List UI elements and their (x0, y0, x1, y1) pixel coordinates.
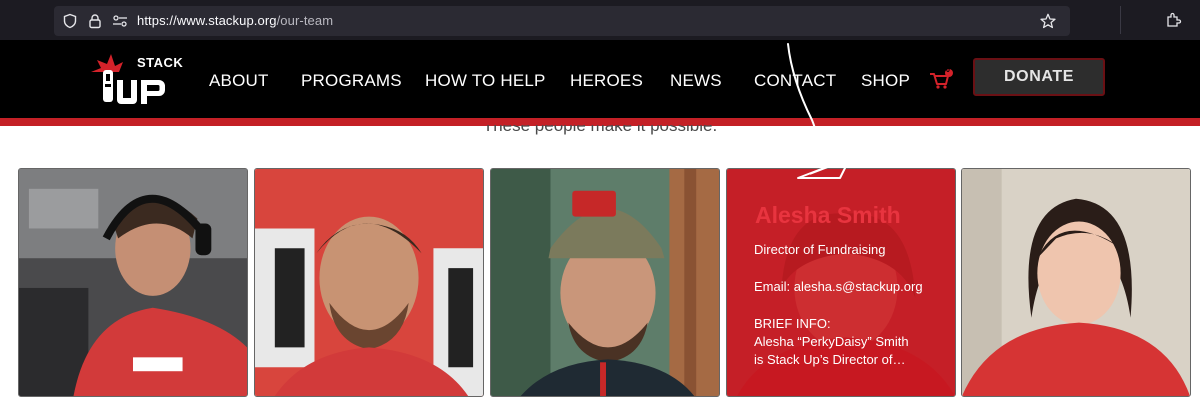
brief-info-line-2: is Stack Up’s Director of… (754, 352, 906, 367)
team-photo (491, 169, 719, 396)
url-text[interactable]: https://www.stackup.org/our-team (137, 13, 333, 28)
extensions-icon[interactable] (1166, 12, 1182, 28)
cart-count: 0 (946, 67, 950, 74)
lock-icon[interactable] (87, 13, 103, 29)
nav-shop[interactable]: SHOP (861, 71, 910, 91)
address-bar[interactable]: https://www.stackup.org/our-team (54, 6, 1070, 36)
team-card[interactable] (254, 168, 484, 397)
url-host: https://www.stackup.org (137, 13, 277, 28)
permissions-icon[interactable] (112, 13, 128, 29)
donate-button[interactable]: DONATE (973, 58, 1105, 96)
browser-toolbar: https://www.stackup.org/our-team (0, 0, 1200, 40)
stackup-logo[interactable]: STACK (87, 50, 183, 110)
nav-contact[interactable]: CONTACT (754, 71, 836, 91)
nav-news[interactable]: NEWS (670, 71, 722, 91)
header-accent-bar (0, 118, 1200, 126)
team-photo (255, 169, 483, 396)
team-card-featured[interactable]: Alesha Smith Director of Fundraising Ema… (726, 168, 956, 397)
toolbar-divider (1120, 6, 1121, 34)
shield-icon[interactable] (62, 13, 78, 29)
member-title: Director of Fundraising (754, 242, 886, 257)
site-header: STACK ABOUT PROGRAMS HOW TO HELP HEROES … (0, 40, 1200, 118)
team-card[interactable] (961, 168, 1191, 397)
nav-about[interactable]: ABOUT (209, 71, 269, 91)
team-photo (19, 169, 247, 396)
team-photo (962, 169, 1190, 396)
nav-programs[interactable]: PROGRAMS (301, 71, 402, 91)
member-name: Alesha Smith (755, 202, 901, 228)
team-card[interactable] (18, 168, 248, 397)
nav-how-to-help[interactable]: HOW TO HELP (425, 71, 546, 91)
member-email[interactable]: Email: alesha.s@stackup.org (754, 278, 923, 296)
team-card[interactable] (490, 168, 720, 397)
bookmark-star-icon[interactable] (1040, 13, 1056, 29)
cart-icon[interactable]: 0 (929, 67, 955, 90)
brief-info-line-1: Alesha “PerkyDaisy” Smith (754, 334, 909, 349)
url-path: /our-team (276, 13, 334, 28)
brief-info-label: BRIEF INFO: (754, 316, 831, 331)
nav-heroes[interactable]: HEROES (570, 71, 643, 91)
logo-text-stack: STACK (137, 55, 184, 70)
